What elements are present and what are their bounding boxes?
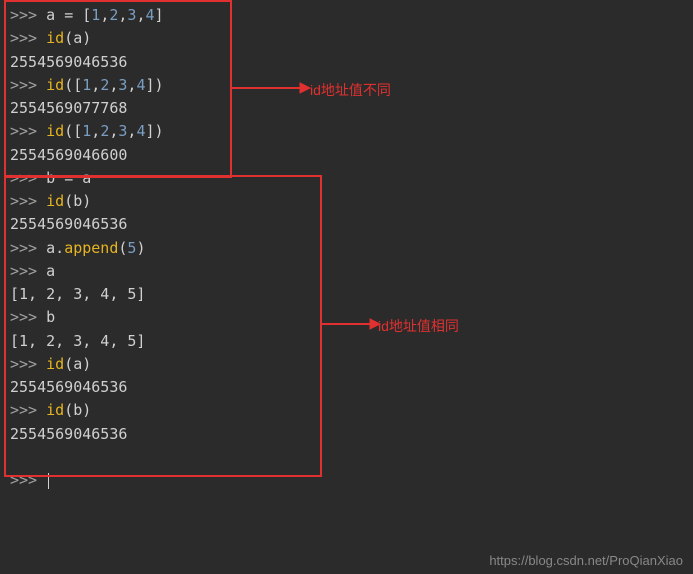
code-token: ]): [145, 122, 163, 140]
code-token: 2554569046536: [10, 215, 127, 233]
code-token: id: [46, 192, 64, 210]
code-token: ): [82, 192, 91, 210]
code-token: b: [73, 401, 82, 419]
code-token: >>>: [10, 76, 46, 94]
annotation-1: id地址值不同: [310, 80, 391, 100]
code-token: id: [46, 401, 64, 419]
code-token: a: [46, 262, 55, 280]
code-token: >>>: [10, 192, 46, 210]
code-token: (: [64, 355, 73, 373]
repl-output-line: [10, 446, 683, 469]
code-token: 2: [100, 122, 109, 140]
code-token: 2554569046536: [10, 425, 127, 443]
code-token: ([: [64, 76, 82, 94]
code-token: >>>: [10, 262, 46, 280]
repl-output-line: 2554569046536: [10, 51, 683, 74]
code-token: >>>: [10, 308, 46, 326]
code-token: id: [46, 355, 64, 373]
code-token: =: [64, 6, 82, 24]
code-token: >>>: [10, 355, 46, 373]
code-token: a: [73, 355, 82, 373]
code-token: id: [46, 29, 64, 47]
repl-output-line: 2554569077768: [10, 97, 683, 120]
code-token: 2554569077768: [10, 99, 127, 117]
code-token: 2554569046536: [10, 378, 127, 396]
code-token: >>>: [10, 29, 46, 47]
code-token: 2: [100, 76, 109, 94]
code-token: >>>: [10, 169, 46, 187]
repl-input-line: >>> id(b): [10, 190, 683, 213]
watermark: https://blog.csdn.net/ProQianXiao: [489, 553, 683, 568]
code-token: 2554569046536: [10, 53, 127, 71]
code-token: [1, 2, 3, 4, 5]: [10, 285, 145, 303]
code-token: [1, 2, 3, 4, 5]: [10, 332, 145, 350]
repl-input-line: >>> b = a: [10, 167, 683, 190]
arrow-icon: [230, 78, 320, 98]
code-token: (: [64, 29, 73, 47]
code-token: >>>: [10, 122, 46, 140]
code-token: ): [82, 355, 91, 373]
code-token: append: [64, 239, 118, 257]
code-token: =: [64, 169, 82, 187]
code-token: (: [64, 401, 73, 419]
code-token: a: [46, 239, 55, 257]
code-token: ,: [100, 6, 109, 24]
code-token: ): [136, 239, 145, 257]
code-token: >>>: [10, 471, 46, 489]
code-token: ([: [64, 122, 82, 140]
code-token: a: [46, 6, 64, 24]
python-repl-terminal: >>> a = [1,2,3,4]>>> id(a)2554569046536>…: [0, 0, 693, 496]
code-token: b: [46, 308, 55, 326]
code-token: >>>: [10, 401, 46, 419]
code-token: id: [46, 122, 64, 140]
cursor: [48, 473, 49, 489]
code-token: .: [55, 239, 64, 257]
code-token: 2554569046600: [10, 146, 127, 164]
repl-input-line: >>> id(b): [10, 399, 683, 422]
code-token: ): [82, 29, 91, 47]
repl-input-line: >>> a.append(5): [10, 237, 683, 260]
code-token: a: [82, 169, 91, 187]
repl-output-line: 2554569046600: [10, 144, 683, 167]
code-token: ): [82, 401, 91, 419]
code-token: 4: [145, 6, 154, 24]
code-token: 1: [82, 122, 91, 140]
repl-input-line: >>> id([1,2,3,4]): [10, 120, 683, 143]
repl-output-line: 2554569046536: [10, 376, 683, 399]
code-token: ]: [155, 6, 164, 24]
repl-input-line: >>> a = [1,2,3,4]: [10, 4, 683, 27]
code-token: b: [46, 169, 64, 187]
repl-input-line: >>> id(a): [10, 27, 683, 50]
code-token: a: [73, 29, 82, 47]
repl-output-line: 2554569046536: [10, 423, 683, 446]
repl-input-line: >>>: [10, 469, 683, 492]
code-token: [10, 448, 19, 466]
code-token: >>>: [10, 239, 46, 257]
code-token: (: [64, 192, 73, 210]
code-token: [: [82, 6, 91, 24]
code-token: 1: [91, 6, 100, 24]
code-token: ,: [91, 122, 100, 140]
annotation-2: id地址值相同: [378, 316, 459, 336]
repl-input-line: >>> a: [10, 260, 683, 283]
repl-output-line: [1, 2, 3, 4, 5]: [10, 283, 683, 306]
code-token: ]): [145, 76, 163, 94]
code-token: id: [46, 76, 64, 94]
code-token: ,: [91, 76, 100, 94]
code-token: >>>: [10, 6, 46, 24]
code-token: 1: [82, 76, 91, 94]
repl-output-line: 2554569046536: [10, 213, 683, 236]
code-token: b: [73, 192, 82, 210]
repl-input-line: >>> id(a): [10, 353, 683, 376]
